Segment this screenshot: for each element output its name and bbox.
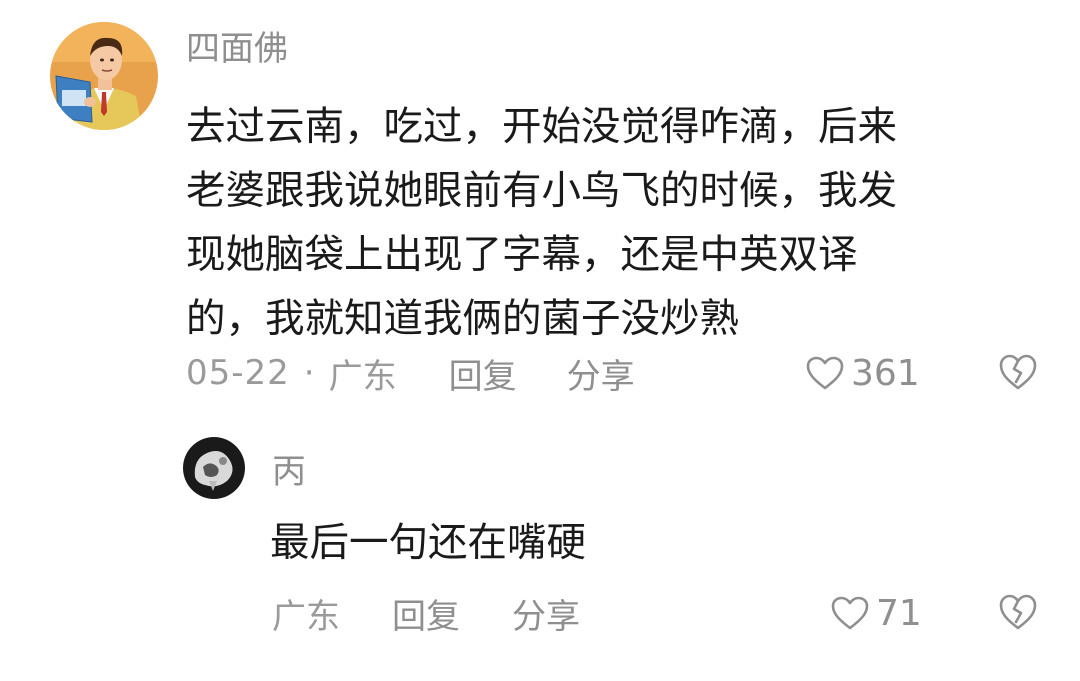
- comment-thread: 四面佛 去过云南，吃过，开始没觉得咋滴，后来 老婆跟我说她眼前有小鸟飞的时候，我…: [0, 0, 1080, 681]
- commenter-avatar[interactable]: [50, 22, 158, 130]
- reply-meta: 广东 回复 分享: [272, 589, 580, 638]
- broken-heart-icon: [999, 354, 1037, 390]
- like-button[interactable]: 361: [805, 351, 920, 395]
- reply-dislike-button[interactable]: [997, 592, 1039, 632]
- heart-outline-icon: [831, 596, 869, 630]
- dislike-button[interactable]: [997, 352, 1039, 392]
- comment-line: 的，我就知道我俩的菌子没炒熟: [186, 296, 739, 342]
- comment-location: 广东: [328, 356, 397, 397]
- like-count: 361: [851, 352, 920, 394]
- commenter-username[interactable]: 四面佛: [186, 32, 288, 66]
- reply-like-count: 71: [876, 592, 922, 634]
- broken-heart-icon: [999, 594, 1037, 630]
- reply-location: 广东: [272, 596, 340, 637]
- comment-meta: 05-22 · 广东 回复 分享: [186, 349, 635, 398]
- comment-line: 现她脑袋上出现了字幕，还是中英双译: [186, 232, 858, 278]
- reply-like-button[interactable]: 71: [830, 591, 922, 635]
- heart-outline-icon: [806, 356, 844, 390]
- share-button[interactable]: 分享: [567, 349, 635, 398]
- comment-body: 去过云南，吃过，开始没觉得咋滴，后来 老婆跟我说她眼前有小鸟飞的时候，我发 现她…: [186, 95, 897, 351]
- meta-separator: ·: [303, 353, 315, 393]
- reply-username[interactable]: 丙: [272, 455, 306, 489]
- comment-line: 老婆跟我说她眼前有小鸟飞的时候，我发: [186, 168, 897, 214]
- reply-button[interactable]: 回复: [449, 349, 517, 398]
- comment-line: 去过云南，吃过，开始没觉得咋滴，后来: [186, 104, 897, 150]
- reply-reply-button[interactable]: 回复: [392, 589, 460, 638]
- reply-body: 最后一句还在嘴硬: [270, 520, 586, 566]
- reply-avatar[interactable]: [183, 437, 245, 499]
- reply-share-button[interactable]: 分享: [512, 589, 580, 638]
- comment-date: 05-22: [186, 353, 290, 393]
